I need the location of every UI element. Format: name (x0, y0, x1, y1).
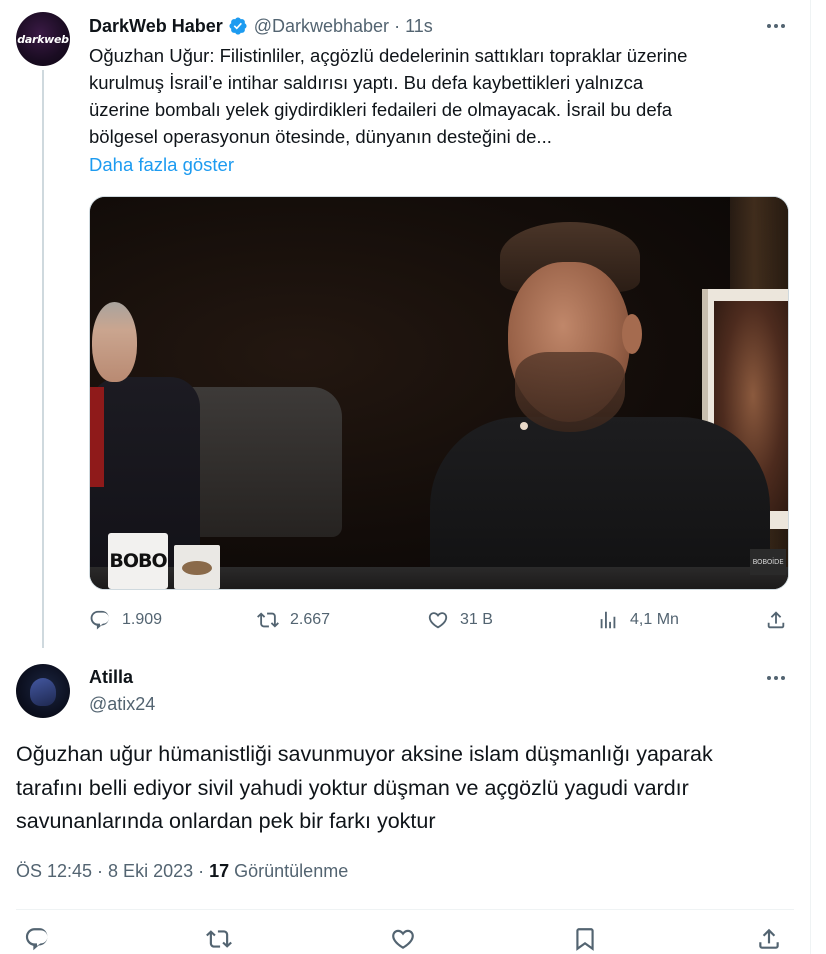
tweet-action-bar: 1.909 2.667 31 B 4,1 Mn (89, 606, 789, 634)
reply-button[interactable] (24, 926, 50, 952)
retweet-icon (206, 930, 232, 948)
views-count: 4,1 Mn (630, 611, 679, 628)
view-count: 17 (209, 861, 230, 881)
share-icon (767, 611, 785, 629)
view-label: Görüntülenme (229, 861, 349, 881)
thread-connector-line (42, 70, 44, 648)
media-person-main (390, 222, 770, 589)
like-icon (428, 612, 448, 629)
reply-text-line: savunanlarında onlardan pek bir farkı yo… (16, 809, 436, 833)
verified-badge-icon[interactable] (228, 16, 248, 36)
views-button[interactable]: 4,1 Mn (597, 606, 679, 634)
retweet-icon (257, 612, 279, 628)
more-icon[interactable] (764, 14, 788, 38)
avatar-logo-text: darkweb (17, 32, 69, 46)
avatar-darkweb[interactable]: darkweb (16, 12, 70, 66)
tweet-text-line: kurulmuş İsrail’e intihar saldırısı yapt… (89, 72, 644, 93)
header-separator: · (394, 15, 401, 36)
tweet-header: DarkWeb Haber @Darkwebhaber · 11s (89, 14, 433, 38)
media-cup: BOBO (108, 533, 168, 589)
reply-icon (25, 928, 48, 951)
tweet-text: Oğuzhan Uğur: Filistinliler, açgözlü ded… (89, 42, 789, 150)
reply-text-line: Oğuzhan uğur hümanistliği savunmuyor aks… (16, 742, 713, 766)
timeline-border (810, 0, 811, 954)
share-button[interactable] (765, 606, 787, 634)
share-icon (759, 928, 779, 949)
share-button[interactable] (756, 926, 782, 952)
more-icon[interactable] (764, 666, 788, 690)
tweet-time[interactable]: 11s (405, 16, 433, 37)
reply-text-line: tarafını belli ediyor sivil yahudi yoktu… (16, 775, 689, 800)
reply-icon (90, 610, 109, 630)
reply-button[interactable]: 1.909 (89, 606, 162, 634)
bookmark-icon (576, 928, 594, 951)
tweet-text-line: üzerine bombalı yelek giydirdikleri feda… (89, 99, 673, 120)
tweet-metadata: ÖS 12:45 · 8 Eki 2023 · 17 Görüntülenme (16, 861, 348, 882)
reply-count: 1.909 (122, 611, 163, 628)
tweet-text-line: Oğuzhan Uğur: Filistinliler, açgözlü ded… (89, 45, 688, 66)
like-button[interactable]: 31 B (427, 606, 493, 634)
tweet-text-line: bölgesel operasyonun ötesinde, dünyanın … (89, 126, 552, 147)
media-cup-small (174, 545, 220, 589)
reply-action-bar (16, 924, 796, 954)
reply-author-name[interactable]: Atilla (89, 667, 133, 688)
parent-tweet[interactable]: darkweb DarkWeb Haber @Darkwebhaber · 11… (0, 0, 810, 650)
retweet-button[interactable] (206, 926, 232, 952)
views-icon (600, 611, 616, 629)
reply-author-handle[interactable]: @atix24 (89, 694, 155, 715)
tweet-media-image[interactable]: BOBO BOBOİDE (89, 196, 789, 590)
avatar-atilla[interactable] (16, 664, 70, 718)
like-count: 31 B (460, 611, 493, 628)
bookmark-button[interactable] (572, 926, 598, 952)
media-watermark: BOBOİDE (750, 549, 786, 575)
like-icon (392, 929, 414, 949)
reply-tweet-text: Oğuzhan uğur hümanistliği savunmuyor aks… (16, 738, 796, 839)
author-handle[interactable]: @Darkwebhaber (254, 16, 389, 37)
divider (16, 909, 794, 910)
show-more-link[interactable]: Daha fazla göster (89, 151, 234, 178)
retweet-count: 2.667 (290, 611, 331, 628)
like-button[interactable] (390, 926, 416, 952)
retweet-button[interactable]: 2.667 (257, 606, 330, 634)
author-name[interactable]: DarkWeb Haber (89, 16, 223, 37)
tweet-timestamp[interactable]: ÖS 12:45 · 8 Eki 2023 · (16, 861, 209, 881)
